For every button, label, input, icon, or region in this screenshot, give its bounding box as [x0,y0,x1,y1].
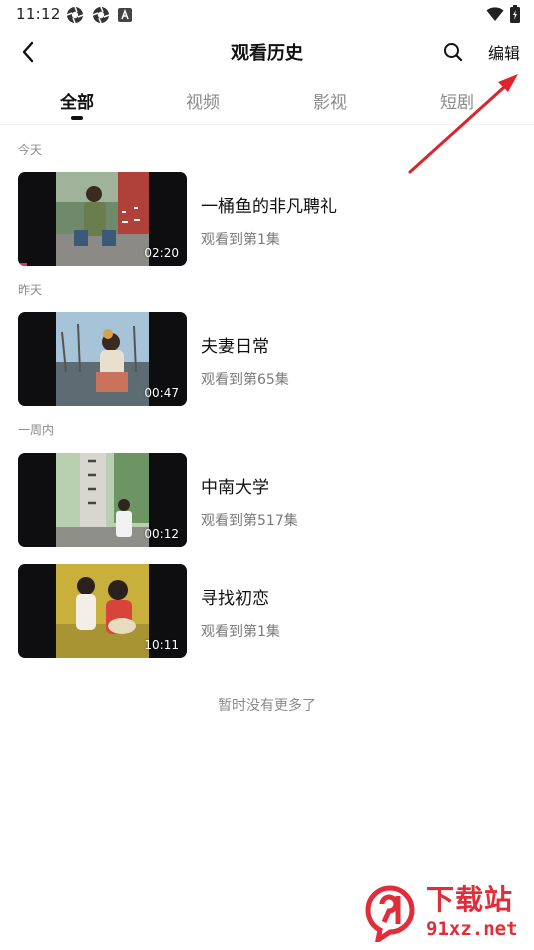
history-item[interactable]: 00:47 夫妻日常 观看到第65集 [18,312,518,406]
item-title[interactable]: 寻找初恋 [201,584,269,609]
status-bar: 11:12 [0,0,534,30]
watch-progress-bar [18,263,27,266]
video-thumbnail[interactable]: 02:20 [18,172,187,266]
watermark-title: 下载站 [426,883,514,916]
item-progress-text: 观看到第1集 [201,624,280,640]
status-notification-icons [66,6,132,24]
battery-charging-icon [510,5,520,23]
section-label-today: 今天 [18,143,43,157]
aperture-icon [66,6,84,24]
item-progress-text: 观看到第65集 [201,372,289,388]
video-duration: 10:11 [144,638,179,652]
search-icon [444,43,463,62]
thumbnail-image [56,312,149,406]
watermark: 下载站 91xz.net [360,874,530,946]
divider [0,124,534,125]
tab-all[interactable]: 全部 [37,88,117,113]
video-duration: 02:20 [144,246,179,260]
item-progress-text: 观看到第1集 [201,232,280,248]
tab-active-indicator [71,116,83,120]
status-time: 11:12 [16,5,61,23]
video-thumbnail[interactable]: 00:12 [18,453,187,547]
thumbnail-image [56,564,149,658]
status-system-icons [486,5,520,23]
history-item[interactable]: 10:11 寻找初恋 观看到第1集 [18,564,518,658]
tab-bar: 全部 视频 影视 短剧 [0,84,534,124]
thumbnail-image [56,172,149,266]
video-thumbnail[interactable]: 10:11 [18,564,187,658]
edit-button[interactable]: 编辑 [488,40,520,64]
video-duration: 00:47 [144,386,179,400]
app-header: 观看历史 编辑 [0,30,534,74]
video-thumbnail[interactable]: 00:47 [18,312,187,406]
section-label-this-week: 一周内 [18,423,55,437]
search-button[interactable] [440,39,466,65]
tab-short-drama[interactable]: 短剧 [417,88,497,113]
history-item[interactable]: 00:12 中南大学 观看到第517集 [18,453,518,547]
item-progress-text: 观看到第517集 [201,513,298,529]
tab-movies-tv[interactable]: 影视 [290,88,370,113]
aperture-icon [92,6,110,24]
item-title[interactable]: 中南大学 [201,473,269,498]
notification-a-icon [118,8,132,22]
section-label-yesterday: 昨天 [18,283,43,297]
thumbnail-image [56,453,149,547]
end-of-list-text: 暂时没有更多了 [218,698,316,714]
watermark-logo-icon [365,885,415,942]
item-title[interactable]: 一桶鱼的非凡聘礼 [201,192,337,217]
tab-videos[interactable]: 视频 [163,88,243,113]
video-duration: 00:12 [144,527,179,541]
item-title[interactable]: 夫妻日常 [201,332,269,357]
wifi-icon [486,7,504,21]
watermark-url: 91xz.net [426,918,518,940]
history-item[interactable]: 02:20 一桶鱼的非凡聘礼 观看到第1集 [18,172,518,266]
